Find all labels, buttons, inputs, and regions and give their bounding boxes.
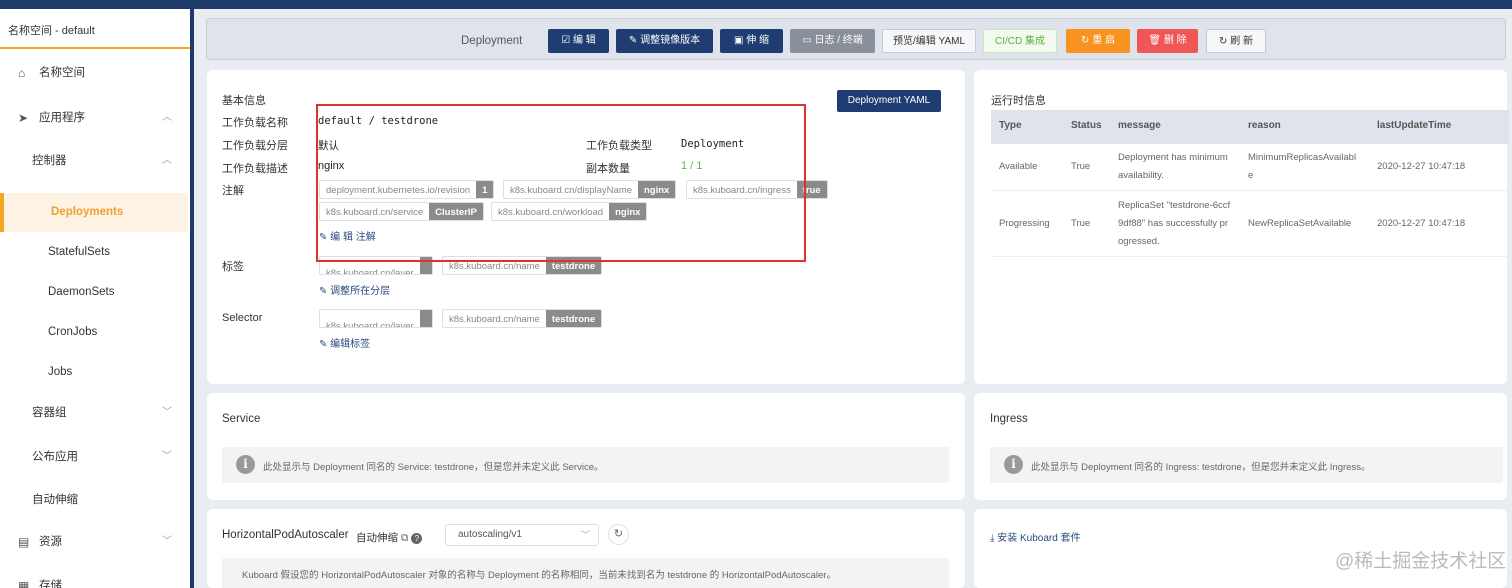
sidebar-item-applications[interactable]: ➤ 应用程序 ︿ <box>0 101 188 135</box>
cicd-button[interactable]: CI/CD 集成 <box>983 29 1057 53</box>
info-icon: i <box>236 455 255 474</box>
toolbar-title: Deployment <box>461 35 523 47</box>
workload-layer-label: 工作负载分层 <box>222 140 288 152</box>
box-icon: ▤ <box>18 535 30 549</box>
logs-button[interactable]: ▭ 日志 / 终端 <box>790 29 875 53</box>
workload-desc-label: 工作负载描述 <box>222 163 288 175</box>
chevron-down-icon: ﹀ <box>162 451 172 462</box>
service-info-box: i 此处显示与 Deployment 同名的 Service: testdrone… <box>222 447 949 483</box>
home-icon: ⌂ <box>18 66 26 80</box>
selector-label: Selector <box>222 312 263 324</box>
deployment-yaml-button[interactable]: Deployment YAML <box>837 90 941 112</box>
column-header: Status <box>1071 120 1102 131</box>
delete-button[interactable]: 🗑 删 除 <box>1137 29 1198 53</box>
selector-tag: k8s.kuboard.cn/name testdrone <box>442 309 603 328</box>
column-header: lastUpdateTime <box>1377 120 1452 131</box>
workload-name-label: 工作负载名称 <box>222 117 288 129</box>
highlight-box <box>316 104 806 262</box>
toolbar: Deployment ☑ 编 辑 ✎ 调整镜像版本 ▣ 伸 缩 ▭ 日志 / 终… <box>206 18 1506 60</box>
namespace-selector[interactable]: 名称空间 - default <box>0 9 190 49</box>
sidebar-item-deployments[interactable]: Deployments <box>0 193 188 232</box>
chevron-down-icon: ﹀ <box>162 407 172 418</box>
labels-label: 标签 <box>222 261 244 273</box>
preview-yaml-button[interactable]: 预览/编辑 YAML <box>882 29 976 53</box>
sidebar: 名称空间 - default ⌂ 名称空间 ➤ 应用程序 ︿ 控制器 ︿ Deploym… <box>0 9 190 588</box>
top-bar <box>0 0 1512 9</box>
edit-button[interactable]: ☑ 编 辑 <box>548 29 609 53</box>
column-header: reason <box>1248 120 1281 131</box>
runtime-title: 运行时信息 <box>991 95 1046 107</box>
basic-info-title: 基本信息 <box>222 95 266 107</box>
sidebar-item-resources[interactable]: ▤ 资源 ﹀ <box>0 525 188 559</box>
adjust-layer-link[interactable]: ✎ 调整所在分层 <box>319 282 390 297</box>
sidebar-item-publish[interactable]: 公布应用 ﹀ <box>0 440 188 474</box>
refresh-icon[interactable]: ↻ <box>608 524 629 545</box>
selector-tag: k8s.kuboard.cn/layer <box>319 309 433 328</box>
send-icon: ➤ <box>18 111 29 125</box>
chevron-up-icon: ︿ <box>162 155 172 166</box>
sidebar-item-storage[interactable]: ▦ 存储 <box>0 569 188 588</box>
external-link-icon[interactable]: ⧉ <box>401 532 409 544</box>
sidebar-item-cronjobs[interactable]: CronJobs <box>0 315 188 349</box>
watermark: @稀土掘金技术社区 <box>1335 551 1507 572</box>
info-icon: i <box>1004 455 1023 474</box>
chevron-down-icon: ﹀ <box>162 536 172 547</box>
edit-labels-link[interactable]: ✎ 编辑标签 <box>319 335 370 350</box>
help-icon[interactable]: ? <box>411 533 423 544</box>
restart-button[interactable]: ↻ 重 启 <box>1066 29 1130 53</box>
service-title: Service <box>222 413 261 425</box>
sidebar-item-statefulsets[interactable]: StatefulSets <box>0 235 188 269</box>
annotations-label: 注解 <box>222 185 244 197</box>
refresh-button[interactable]: ↻ 刷 新 <box>1206 29 1266 53</box>
install-kuboard-link[interactable]: ⤓ 安装 Kuboard 套件 <box>990 529 1081 544</box>
hpa-info-box: Kuboard 假设您的 HorizontalPodAutoscaler 对象的… <box>222 558 949 588</box>
edit-icon: ✎ <box>319 339 331 350</box>
scale-button[interactable]: ▣ 伸 缩 <box>720 29 783 53</box>
column-header: Type <box>999 120 1022 131</box>
column-header: message <box>1118 120 1161 131</box>
sidebar-item-pods[interactable]: 容器组 ﹀ <box>0 396 188 430</box>
sidebar-item-jobs[interactable]: Jobs <box>0 355 188 389</box>
row-divider <box>991 190 1509 191</box>
api-version-select[interactable]: autoscaling/v1 ﹀ <box>445 524 599 546</box>
chevron-down-icon: ﹀ <box>580 530 590 540</box>
chevron-up-icon: ︿ <box>162 112 172 123</box>
autoscale-label: 自动伸缩 ⧉ ? <box>356 530 423 545</box>
row-divider <box>991 256 1509 257</box>
sidebar-item-controllers[interactable]: 控制器 ︿ <box>0 144 188 178</box>
adjust-image-button[interactable]: ✎ 调整镜像版本 <box>616 29 713 53</box>
ingress-info-box: i 此处显示与 Deployment 同名的 Ingress: testdrone… <box>990 447 1503 483</box>
ingress-title: Ingress <box>990 413 1028 425</box>
storage-icon: ▦ <box>18 579 30 588</box>
sidebar-item-daemonsets[interactable]: DaemonSets <box>0 275 188 309</box>
sidebar-item-autoscaling[interactable]: 自动伸缩 <box>0 483 188 517</box>
hpa-title: HorizontalPodAutoscaler <box>222 529 349 541</box>
sidebar-item-namespace[interactable]: ⌂ 名称空间 <box>0 56 188 90</box>
edit-icon: ✎ <box>319 286 331 297</box>
sidebar-edge <box>190 9 194 588</box>
